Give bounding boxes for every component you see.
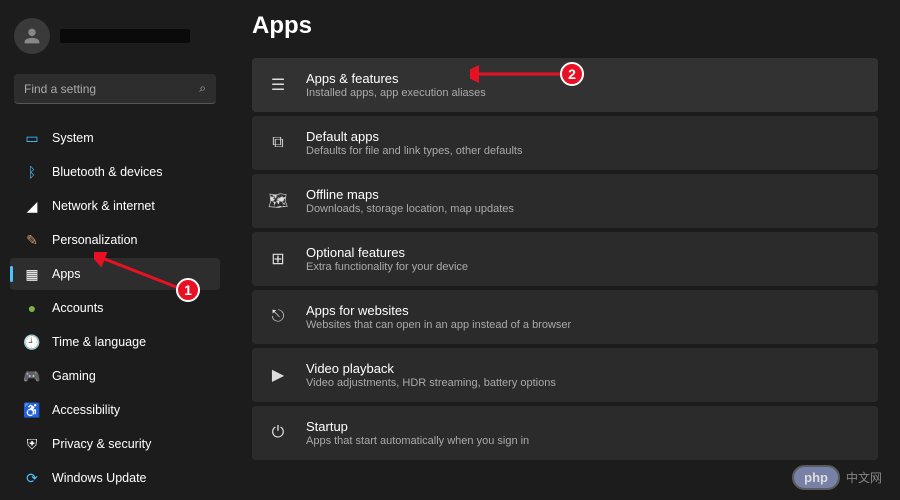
sidebar-item-network[interactable]: ◢ Network & internet — [10, 190, 220, 222]
card-subtitle: Downloads, storage location, map updates — [306, 203, 862, 215]
sidebar-item-label: Network & internet — [52, 199, 155, 213]
nav-list: ▭ System ᛒ Bluetooth & devices ◢ Network… — [10, 122, 220, 494]
watermark-text: 中文网 — [846, 469, 882, 486]
video-icon: ▶ — [268, 365, 288, 385]
card-subtitle: Apps that start automatically when you s… — [306, 435, 862, 447]
search-icon: ⌕ — [199, 81, 206, 96]
card-subtitle: Extra functionality for your device — [306, 261, 862, 273]
main-content: Apps ☰ Apps & features Installed apps, a… — [230, 0, 900, 500]
accessibility-icon: ♿ — [24, 402, 40, 418]
card-title: Startup — [306, 419, 862, 434]
sidebar-item-label: System — [52, 131, 94, 145]
card-title: Offline maps — [306, 187, 862, 202]
sidebar-item-label: Gaming — [52, 369, 96, 383]
brush-icon: ✎ — [24, 232, 40, 248]
card-title: Optional features — [306, 245, 862, 260]
card-title: Apps for websites — [306, 303, 862, 318]
card-subtitle: Defaults for file and link types, other … — [306, 145, 862, 157]
card-title: Apps & features — [306, 71, 862, 86]
sidebar-item-privacy[interactable]: ⛨ Privacy & security — [10, 428, 220, 460]
map-icon: 🗺 — [268, 191, 288, 211]
watermark: php 中文网 — [792, 465, 882, 490]
default-apps-icon: ⧉ — [268, 133, 288, 153]
card-startup[interactable]: ⏻ Startup Apps that start automatically … — [252, 406, 878, 460]
page-title: Apps — [252, 12, 878, 40]
sidebar-item-time[interactable]: 🕘 Time & language — [10, 326, 220, 358]
sidebar-item-gaming[interactable]: 🎮 Gaming — [10, 360, 220, 392]
sidebar-item-accounts[interactable]: ● Accounts — [10, 292, 220, 324]
sidebar-item-label: Time & language — [52, 335, 146, 349]
card-apps-features[interactable]: ☰ Apps & features Installed apps, app ex… — [252, 58, 878, 112]
card-subtitle: Video adjustments, HDR streaming, batter… — [306, 377, 862, 389]
person-icon: ● — [24, 300, 40, 316]
user-name-redacted — [60, 29, 190, 43]
list-icon: ☰ — [268, 75, 288, 95]
startup-icon: ⏻ — [268, 423, 288, 443]
card-offline-maps[interactable]: 🗺 Offline maps Downloads, storage locati… — [252, 174, 878, 228]
sidebar-item-label: Bluetooth & devices — [52, 165, 163, 179]
card-title: Video playback — [306, 361, 862, 376]
person-icon — [21, 25, 43, 47]
sidebar-item-label: Windows Update — [52, 471, 147, 485]
card-title: Default apps — [306, 129, 862, 144]
card-optional-features[interactable]: ⊞ Optional features Extra functionality … — [252, 232, 878, 286]
sidebar-item-apps[interactable]: ▦ Apps — [10, 258, 220, 290]
sidebar-item-accessibility[interactable]: ♿ Accessibility — [10, 394, 220, 426]
sidebar-item-label: Privacy & security — [52, 437, 151, 451]
sidebar-item-label: Accessibility — [52, 403, 120, 417]
card-video-playback[interactable]: ▶ Video playback Video adjustments, HDR … — [252, 348, 878, 402]
wifi-icon: ◢ — [24, 198, 40, 214]
gamepad-icon: 🎮 — [24, 368, 40, 384]
user-profile[interactable] — [10, 10, 220, 62]
display-icon: ▭ — [24, 130, 40, 146]
card-subtitle: Websites that can open in an app instead… — [306, 319, 862, 331]
shield-icon: ⛨ — [24, 436, 40, 452]
card-subtitle: Installed apps, app execution aliases — [306, 87, 862, 99]
sidebar: Find a setting ⌕ ▭ System ᛒ Bluetooth & … — [0, 0, 230, 500]
sidebar-item-personalization[interactable]: ✎ Personalization — [10, 224, 220, 256]
open-external-icon: ⎋ — [268, 307, 288, 327]
sidebar-item-bluetooth[interactable]: ᛒ Bluetooth & devices — [10, 156, 220, 188]
sidebar-item-update[interactable]: ⟳ Windows Update — [10, 462, 220, 494]
sidebar-item-system[interactable]: ▭ System — [10, 122, 220, 154]
apps-icon: ▦ — [24, 266, 40, 282]
sidebar-item-label: Personalization — [52, 233, 137, 247]
avatar — [14, 18, 50, 54]
sidebar-item-label: Apps — [52, 267, 81, 281]
bluetooth-icon: ᛒ — [24, 164, 40, 180]
globe-icon: 🕘 — [24, 334, 40, 350]
sidebar-item-label: Accounts — [52, 301, 103, 315]
search-input[interactable]: Find a setting ⌕ — [14, 74, 216, 104]
update-icon: ⟳ — [24, 470, 40, 486]
card-apps-websites[interactable]: ⎋ Apps for websites Websites that can op… — [252, 290, 878, 344]
card-default-apps[interactable]: ⧉ Default apps Defaults for file and lin… — [252, 116, 878, 170]
search-placeholder: Find a setting — [24, 82, 199, 96]
grid-plus-icon: ⊞ — [268, 249, 288, 269]
php-logo: php — [792, 465, 840, 490]
